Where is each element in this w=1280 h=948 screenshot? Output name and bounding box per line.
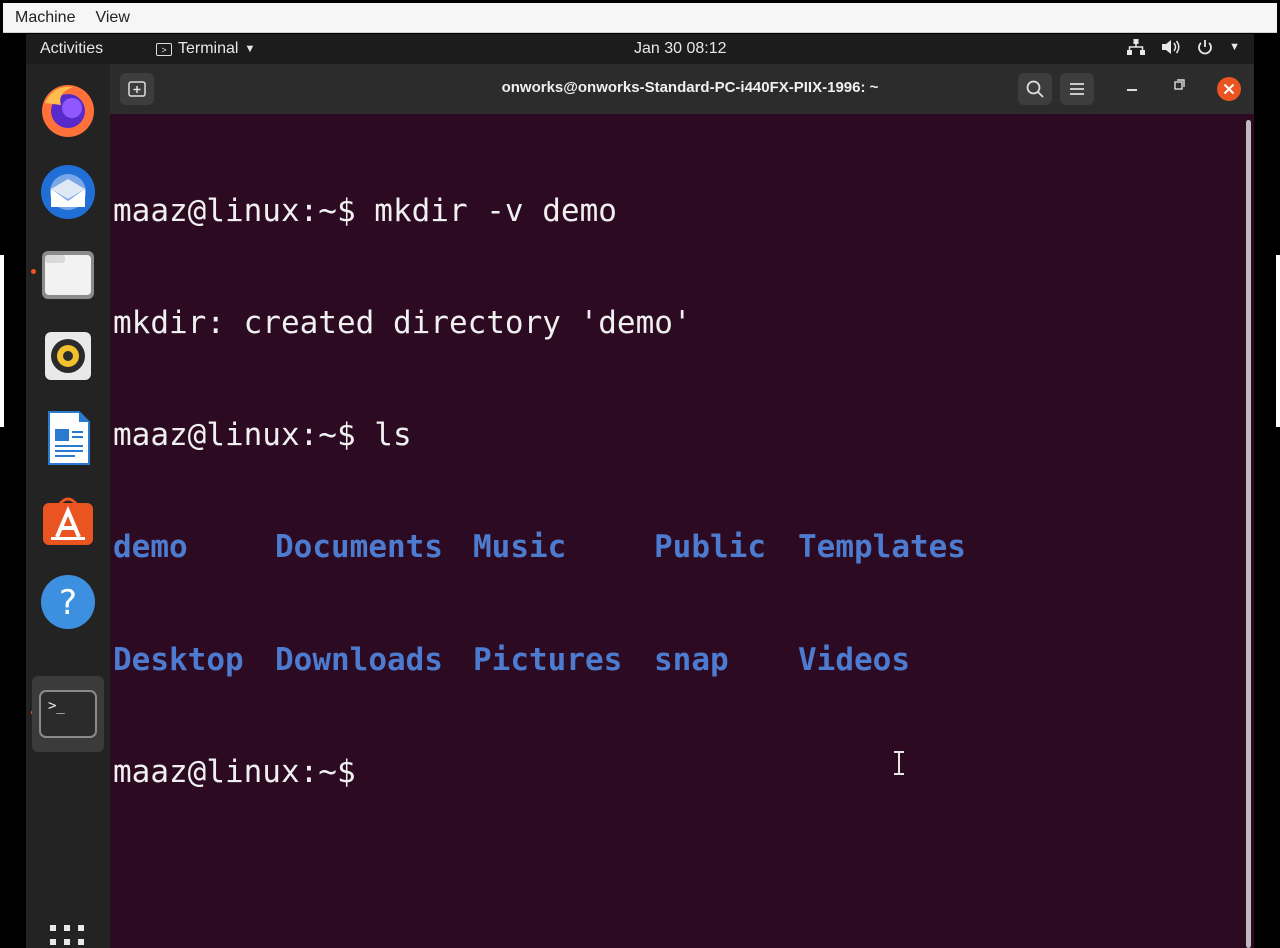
firefox-icon [39, 81, 97, 139]
network-icon [1127, 39, 1145, 55]
ls-entry: snap [654, 642, 798, 679]
terminal-line: mkdir: created directory 'demo' [113, 305, 966, 342]
dock-rhythmbox[interactable] [32, 320, 104, 392]
vm-menu-machine[interactable]: Machine [15, 9, 75, 27]
ls-output-row: Desktop Downloads Pictures snap Videos [113, 642, 966, 679]
terminal-output: maaz@linux:~$ mkdir -v demo mkdir: creat… [113, 118, 966, 866]
app-menu-label: Terminal [178, 40, 238, 58]
terminal-scrollbar[interactable] [1246, 120, 1251, 948]
help-icon: ? [39, 573, 97, 631]
ls-entry: Documents [275, 529, 473, 566]
new-tab-icon [128, 81, 146, 97]
terminal-prompt: maaz@linux:~$ [113, 754, 966, 791]
search-button[interactable] [1018, 73, 1052, 105]
guest-screen: Activities > Terminal ▼ Jan 30 08:12 ▼ [26, 34, 1254, 948]
hamburger-icon [1069, 82, 1085, 96]
left-edge-bar [0, 255, 4, 427]
activities-button[interactable]: Activities [40, 40, 103, 58]
dock: ? >_ [26, 64, 110, 948]
ls-entry: Downloads [275, 642, 473, 679]
terminal-headerbar: onworks@onworks-Standard-PC-i440FX-PIIX-… [110, 64, 1254, 114]
terminal-line: maaz@linux:~$ ls [113, 417, 966, 454]
ls-entry: Music [473, 529, 654, 566]
dock-help[interactable]: ? [32, 566, 104, 638]
terminal-line: maaz@linux:~$ mkdir -v demo [113, 193, 966, 230]
terminal-view[interactable]: maaz@linux:~$ mkdir -v demo mkdir: creat… [110, 114, 1254, 948]
ls-entry: Templates [798, 529, 966, 566]
vm-menu-view[interactable]: View [95, 9, 129, 27]
terminal-glyph: >_ [48, 698, 65, 714]
minimize-icon[interactable] [1127, 88, 1137, 92]
terminal-icon: >_ [39, 690, 97, 738]
power-icon [1197, 39, 1213, 55]
dock-firefox[interactable] [32, 74, 104, 146]
ls-entry: Desktop [113, 642, 275, 679]
software-center-icon [39, 491, 97, 549]
search-icon [1026, 80, 1044, 98]
right-edge-bar [1276, 255, 1280, 427]
system-tray[interactable]: ▼ [1127, 39, 1240, 55]
ls-entry: Videos [798, 642, 910, 679]
ls-entry: Public [654, 529, 798, 566]
dock-files[interactable] [32, 238, 104, 310]
close-icon[interactable] [1216, 76, 1242, 102]
caret-down-icon: ▼ [244, 43, 255, 55]
ls-entry: Pictures [473, 642, 654, 679]
new-tab-button[interactable] [120, 73, 154, 105]
terminal-small-icon: > [156, 43, 172, 56]
dock-terminal[interactable]: >_ [32, 676, 104, 752]
menu-button[interactable] [1060, 73, 1094, 105]
window-title: onworks@onworks-Standard-PC-i440FX-PIIX-… [410, 79, 970, 96]
show-apps-icon[interactable] [49, 924, 89, 948]
help-glyph: ? [59, 583, 77, 623]
files-icon [39, 245, 97, 303]
ls-entry: demo [113, 529, 275, 566]
dock-writer[interactable] [32, 402, 104, 474]
libreoffice-writer-icon [39, 409, 97, 467]
thunderbird-icon [39, 163, 97, 221]
rhythmbox-icon [39, 327, 97, 385]
top-bar: Activities > Terminal ▼ Jan 30 08:12 ▼ [26, 34, 1254, 64]
app-menu[interactable]: > Terminal ▼ [156, 40, 255, 58]
system-menu-caret-icon: ▼ [1229, 41, 1240, 53]
volume-icon [1161, 39, 1181, 55]
dock-software[interactable] [32, 484, 104, 556]
ls-output-row: demo Documents Music Public Templates [113, 529, 966, 566]
vm-menu-bar: Machine View [3, 3, 1277, 33]
maximize-icon[interactable] [1173, 79, 1185, 91]
dock-thunderbird[interactable] [32, 156, 104, 228]
clock[interactable]: Jan 30 08:12 [634, 40, 727, 58]
text-cursor-icon [893, 751, 905, 775]
